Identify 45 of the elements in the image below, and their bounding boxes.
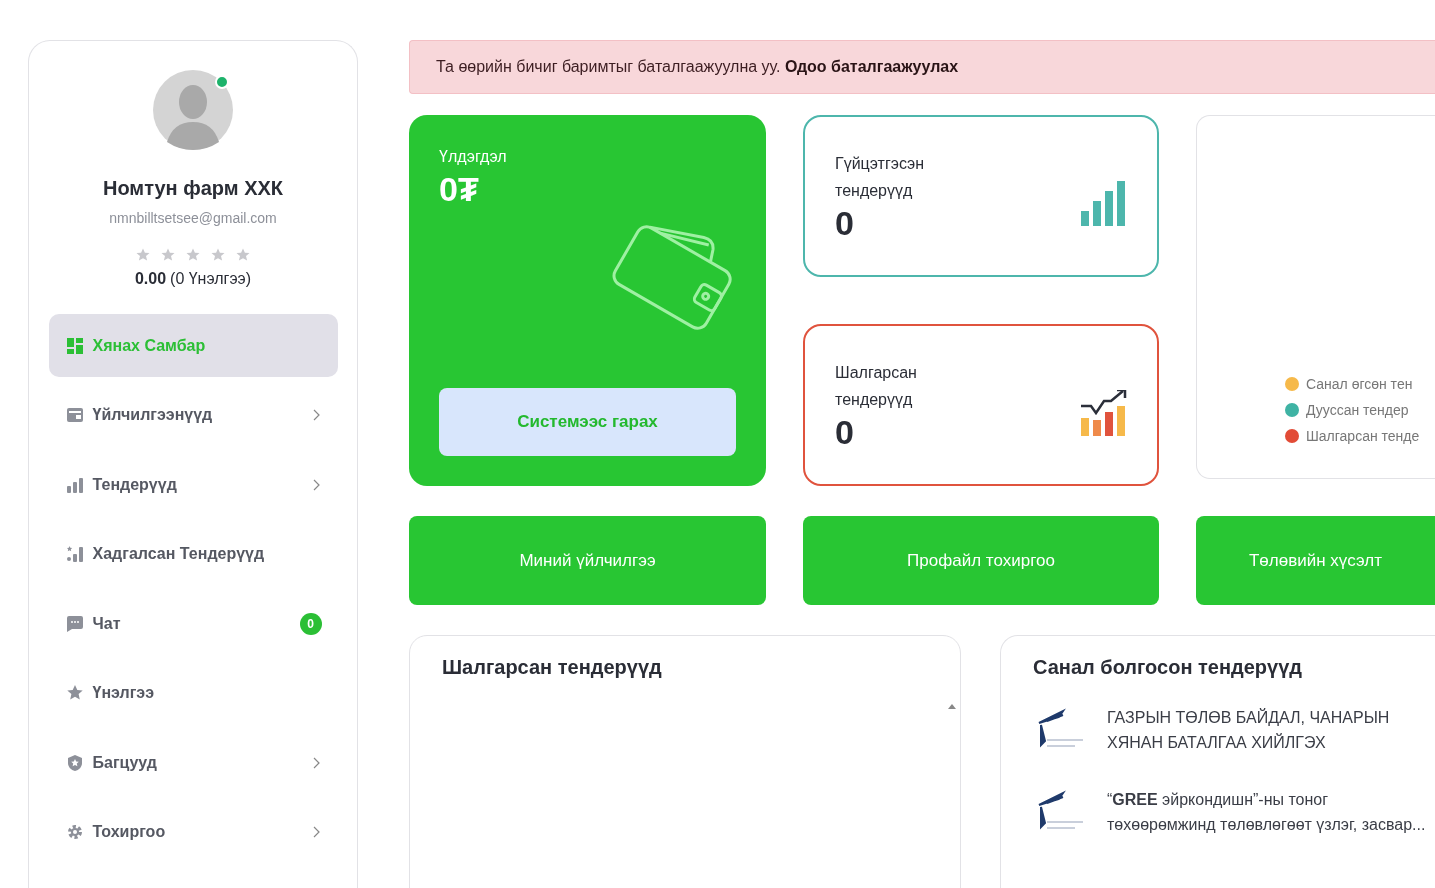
growth-chart-icon xyxy=(1081,390,1127,436)
nav-icon xyxy=(66,407,83,423)
nav-icon xyxy=(66,546,83,562)
nav-icon xyxy=(66,476,83,493)
count-badge: 0 xyxy=(299,612,322,635)
stat-label: Шалгарсан тендерүүд xyxy=(835,363,918,410)
balance-label: Үлдэгдэл xyxy=(439,148,508,166)
stat-value: 0 xyxy=(835,204,855,242)
verify-link[interactable]: Одоо баталгаажуулах xyxy=(784,58,959,75)
nav-item[interactable]: Үйлчилгээнүүд xyxy=(48,383,338,447)
tender-item[interactable]: ГАЗРЫН ТӨЛӨВ БАЙДАЛ, ЧАНАРЫН ХЯНАН БАТАЛГАА ХИЙЛГЭХ xyxy=(1033,701,1429,759)
nav-icon xyxy=(66,337,83,354)
star-icon xyxy=(186,248,200,262)
stat-label: Гүйцэтгэсэн тендерүүд xyxy=(835,154,926,201)
panel-title: Санал болгосон тендерүүд xyxy=(1033,656,1304,679)
legend-label: Санал өгсөн тен xyxy=(1306,376,1413,392)
nav-item[interactable]: Багцууд xyxy=(48,731,338,794)
review-count: (0 Үнэлгээ) xyxy=(170,270,252,288)
legend-label: Шалгарсан тенде xyxy=(1306,428,1420,444)
star-icon xyxy=(211,248,225,262)
panel-title: Шалгарсан тендерүүд xyxy=(442,656,663,679)
nav-icon xyxy=(66,824,83,840)
nav-icon xyxy=(66,615,83,632)
rating-value: 0.00 xyxy=(134,270,167,288)
company-name: Номтун фарм ХХК xyxy=(102,177,284,200)
star-icon xyxy=(161,248,175,262)
nav-item[interactable]: Үнэлгээ xyxy=(48,661,338,725)
nav-item[interactable]: Хадгалсан Тендерүүд xyxy=(48,522,338,586)
tender-title: ГАЗРЫН ТӨЛӨВ БАЙДАЛ, ЧАНАРЫН ХЯНАН БАТАЛГАА ХИЙЛГЭХ xyxy=(1107,707,1391,753)
stat-value: 0 xyxy=(835,413,855,451)
bar-chart-icon xyxy=(1081,181,1127,227)
nav-item[interactable]: Тохиргоо xyxy=(48,800,338,864)
balance-value: 0₮ xyxy=(439,170,480,209)
nav-icon xyxy=(66,685,83,701)
legend-label: Дууссан тендер xyxy=(1306,402,1409,418)
nav-item[interactable]: Тендерүүд xyxy=(48,453,338,516)
star-icon xyxy=(236,248,250,262)
nav-icon xyxy=(66,754,83,771)
verification-message: Та өөрийн бичиг баримтыг баталгаажуулна уу. Одоо баталгаажуулах xyxy=(436,58,959,76)
tender-title: “GREE эйркондишн”-ны тоног төхөөрөмжинд төлөвлөгөөт үзлэг, засвар... xyxy=(1107,790,1427,835)
tender-item[interactable]: “GREE эйркондишн”-ны тоног төхөөрөмжинд төлөвлөгөөт үзлэг, засвар... xyxy=(1033,783,1429,841)
email-text: nmnbilltsetsee@gmail.com xyxy=(109,210,277,226)
star-icon xyxy=(136,248,150,262)
scroll-up-icon xyxy=(948,704,956,709)
nav-item[interactable]: Чат 0 xyxy=(48,592,338,655)
